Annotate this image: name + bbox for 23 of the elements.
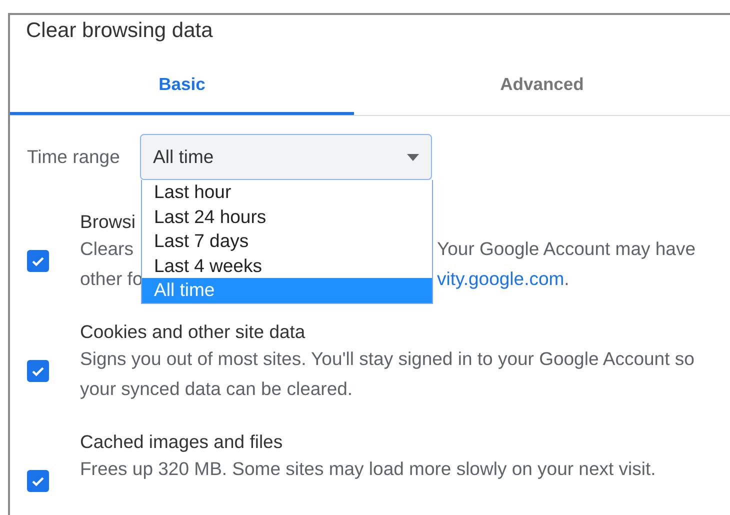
item-description: Your Google Account may have [437, 238, 696, 259]
item-title: Browsi [80, 210, 136, 234]
dialog-title: Clear browsing data [25, 18, 214, 44]
item-description: Clears [80, 237, 134, 261]
item-title: Cookies and other site data [80, 320, 306, 344]
time-range-dropdown[interactable]: All time [140, 134, 432, 180]
activity-link[interactable]: vity.google.com [437, 268, 564, 289]
item-description: Frees up 320 MB. Some sites may load more slowly on your next visit. [80, 457, 657, 481]
item-description: . [564, 268, 570, 289]
checkbox[interactable] [27, 250, 49, 272]
item-title: Cached images and files [80, 430, 283, 454]
dropdown-option[interactable]: Last 24 hours [142, 204, 432, 230]
item-description: your synced data can be cleared. [80, 377, 354, 401]
checkbox[interactable] [27, 360, 49, 382]
tab[interactable]: Advanced [354, 57, 730, 115]
dropdown-option[interactable]: Last 4 weeks [142, 254, 432, 278]
item-description: Signs you out of most sites. You'll stay signed in to your Google Account so [80, 347, 696, 371]
tab[interactable]: Basic [10, 57, 354, 115]
checkbox[interactable] [27, 470, 49, 492]
caret-icon [407, 154, 419, 160]
time-range-label: Time range [27, 146, 121, 168]
dropdown-option[interactable]: Last 7 days [142, 229, 432, 254]
dropdown-option[interactable]: Last hour [142, 180, 432, 205]
